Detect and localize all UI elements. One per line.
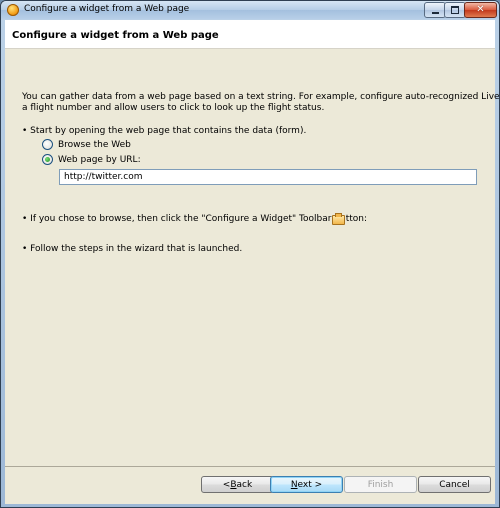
- back-prefix: <: [222, 479, 231, 490]
- close-button[interactable]: ✕: [464, 2, 497, 18]
- intro-text-line-1: You can gather data from a web page base…: [22, 92, 500, 102]
- web-page-url-option[interactable]: Web page by URL:: [42, 154, 141, 165]
- url-input[interactable]: [59, 169, 477, 185]
- page-title: Configure a widget from a Web page: [12, 30, 219, 41]
- step-2-text: • If you chose to browse, then click the…: [22, 214, 368, 224]
- title-bar[interactable]: Configure a widget from a Web page ✕: [1, 1, 499, 19]
- browse-web-radio[interactable]: [42, 139, 53, 150]
- wizard-window: Configure a widget from a Web page ✕ Con…: [0, 0, 500, 508]
- minimize-button[interactable]: [424, 2, 446, 18]
- configure-widget-icon: [332, 213, 345, 225]
- web-page-url-label: Web page by URL:: [58, 154, 141, 165]
- step-3-text: • Follow the steps in the wizard that is…: [22, 244, 243, 254]
- next-mnemonic: N: [290, 479, 298, 490]
- back-rest: ack: [236, 479, 253, 490]
- web-page-url-radio[interactable]: [42, 154, 53, 165]
- wizard-footer: < ​Back Next > Finish Cancel: [5, 466, 495, 504]
- close-icon: ✕: [476, 4, 485, 15]
- next-button[interactable]: Next >: [270, 476, 343, 493]
- maximize-button[interactable]: [444, 2, 466, 18]
- back-button[interactable]: < ​Back: [201, 476, 274, 493]
- step-1-text: • Start by opening the web page that con…: [22, 126, 307, 136]
- window-title: Configure a widget from a Web page: [24, 4, 190, 14]
- browse-web-option[interactable]: Browse the Web: [42, 139, 131, 150]
- minimize-icon: [431, 11, 439, 14]
- intro-text-line-2: a flight number and allow users to click…: [22, 103, 325, 113]
- wizard-content: You can gather data from a web page base…: [5, 49, 499, 466]
- next-rest: ext >: [297, 479, 323, 490]
- cancel-button[interactable]: Cancel: [418, 476, 491, 493]
- wizard-header: Configure a widget from a Web page: [5, 20, 495, 49]
- app-icon: [7, 4, 19, 16]
- browse-web-label: Browse the Web: [58, 139, 131, 150]
- finish-button[interactable]: Finish: [344, 476, 417, 493]
- maximize-icon: [451, 6, 459, 14]
